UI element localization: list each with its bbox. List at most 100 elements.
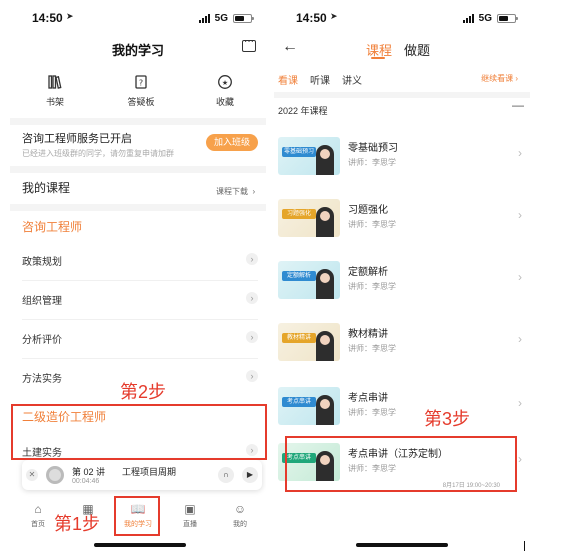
collapse-icon[interactable]: —: [512, 98, 524, 112]
question-board-button[interactable]: ? 答疑板: [106, 72, 176, 108]
text-cursor: [524, 541, 525, 551]
course-title: 教材精讲: [348, 329, 388, 340]
teacher-avatar: [316, 331, 334, 361]
tab-live[interactable]: ▣ 直播: [170, 502, 210, 529]
course-teacher: 讲师：李思学: [348, 158, 396, 167]
section-title-consulting-engineer: 咨询工程师: [22, 220, 83, 234]
question-board-icon: ?: [106, 72, 176, 92]
annotation-box-step1: [114, 496, 160, 536]
tab-home[interactable]: ⌂ 首页: [18, 502, 58, 529]
chevron-right-icon: ›: [518, 270, 522, 284]
course-item[interactable]: 考点串讲 考点串讲 讲师：李思学 ›: [274, 380, 530, 442]
notice-subtitle: 已经进入班级群的同学，请勿重复申请加群: [22, 149, 174, 158]
divider: [274, 92, 530, 98]
list-item-policy-planning[interactable]: 政策规划 ›: [10, 241, 266, 280]
battery-icon: [233, 14, 254, 23]
chevron-right-icon: ›: [518, 396, 522, 410]
thumbnail-label: 习题强化: [282, 209, 316, 219]
favorites-label: 收藏: [215, 97, 234, 107]
list-item-organization-management[interactable]: 组织管理 ›: [10, 280, 266, 319]
tab-label: 首页: [31, 521, 45, 528]
annotation-step2: 第2步: [120, 382, 167, 402]
active-tab-underline: [371, 57, 385, 59]
status-bar: 14:50 ➤ 5G: [274, 0, 530, 34]
message-icon[interactable]: [242, 36, 256, 52]
bookshelf-label: 书架: [45, 97, 64, 107]
course-download-label: 课程下载: [216, 187, 248, 196]
favorites-button[interactable]: ★ 收藏: [190, 72, 260, 108]
chevron-right-icon: ›: [518, 332, 522, 346]
course-item[interactable]: 习题强化 习题强化 讲师：李思学 ›: [274, 192, 530, 254]
subtab-listen[interactable]: 听课: [310, 72, 330, 87]
course-item[interactable]: 教材精讲 教材精讲 讲师：李思学 ›: [274, 316, 530, 378]
subtab-watch[interactable]: 看课: [278, 72, 298, 87]
mini-player[interactable]: ✕ 第 02 讲 工程项目周期 00:04:46 ∩ ▶: [22, 460, 262, 490]
course-download-link[interactable]: 课程下载 ›: [216, 181, 255, 199]
annotation-step3: 第3步: [424, 409, 471, 429]
chevron-right-icon: ›: [252, 187, 256, 196]
course-thumbnail: 教材精讲: [278, 323, 340, 361]
thumbnail-label: 定额解析: [282, 271, 316, 281]
subtab-handout[interactable]: 讲义: [342, 72, 362, 87]
annotation-step1: 第1步: [54, 514, 101, 534]
thumbnail-label: 零基础预习: [282, 147, 316, 157]
tab-me[interactable]: ☺ 我的: [220, 502, 260, 529]
back-arrow-icon[interactable]: ←: [282, 38, 298, 56]
my-courses-title: 我的课程: [22, 181, 71, 195]
chevron-right-icon: ›: [518, 452, 522, 466]
thumbnail-label: 教材精讲: [282, 333, 316, 343]
disc-icon: [46, 466, 64, 484]
course-thumbnail: 考点串讲: [278, 387, 340, 425]
course-teacher: 讲师：李思学: [348, 344, 396, 353]
left-phone-screen: 14:50 ➤ 5G 我的学习 书架 ? 答疑板 ★ 收藏 咨询工程师服务已开启…: [10, 0, 266, 551]
tab-label: 直播: [183, 521, 197, 528]
play-icon[interactable]: ▶: [242, 467, 258, 483]
status-time: 14:50: [296, 11, 327, 25]
continue-watching-link[interactable]: 继续看课 ›: [481, 73, 518, 84]
annotation-box-step3: [285, 436, 517, 492]
tab-label: 我的: [233, 521, 247, 528]
list-item-analysis-evaluation[interactable]: 分析评价 ›: [10, 319, 266, 358]
notice-title: 咨询工程师服务已开启: [22, 133, 132, 145]
course-item[interactable]: 定额解析 定额解析 讲师：李思学 ›: [274, 254, 530, 316]
live-icon: ▣: [184, 502, 196, 516]
course-teacher: 讲师：李思学: [348, 408, 396, 417]
page-title: 我的学习: [111, 43, 164, 58]
chevron-right-icon: ›: [518, 208, 522, 222]
home-icon: ⌂: [34, 502, 42, 516]
course-teacher: 讲师：李思学: [348, 282, 396, 291]
status-bar: 14:50 ➤ 5G: [10, 0, 266, 34]
chevron-right-icon: ›: [246, 253, 258, 265]
course-thumbnail: 习题强化: [278, 199, 340, 237]
star-icon: ★: [190, 72, 260, 92]
svg-text:?: ?: [139, 79, 143, 88]
home-indicator: [356, 543, 448, 547]
bookshelf-button[interactable]: 书架: [20, 72, 90, 108]
close-icon[interactable]: ✕: [26, 469, 38, 481]
home-indicator: [94, 543, 186, 547]
join-class-button[interactable]: 加入班级: [206, 134, 258, 151]
course-title: 习题强化: [348, 205, 388, 216]
course-thumbnail: 定额解析: [278, 261, 340, 299]
course-thumbnail: 零基础预习: [278, 137, 340, 175]
chevron-right-icon: ›: [246, 292, 258, 304]
user-icon: ☺: [233, 502, 247, 516]
course-title: 考点串讲: [348, 393, 388, 404]
battery-icon: [497, 14, 518, 23]
list-item-label: 组织管理: [22, 296, 62, 307]
player-time: 00:04:46: [72, 478, 100, 485]
list-item-label: 分析评价: [22, 335, 62, 346]
svg-text:★: ★: [222, 79, 228, 87]
thumbnail-label: 考点串讲: [282, 397, 316, 407]
annotation-box-step2: [11, 404, 267, 460]
chevron-right-icon: ›: [246, 370, 258, 382]
player-lesson-title: 工程项目周期: [122, 467, 177, 477]
teacher-avatar: [316, 395, 334, 425]
teacher-avatar: [316, 207, 334, 237]
divider: [10, 204, 266, 211]
location-arrow-icon: ➤: [330, 11, 338, 21]
network-label: 5G: [214, 13, 228, 24]
course-item[interactable]: 零基础预习 零基础预习 讲师：李思学 ›: [274, 130, 530, 192]
tab-practice[interactable]: 做题: [404, 40, 430, 59]
headphones-icon[interactable]: ∩: [218, 467, 234, 483]
